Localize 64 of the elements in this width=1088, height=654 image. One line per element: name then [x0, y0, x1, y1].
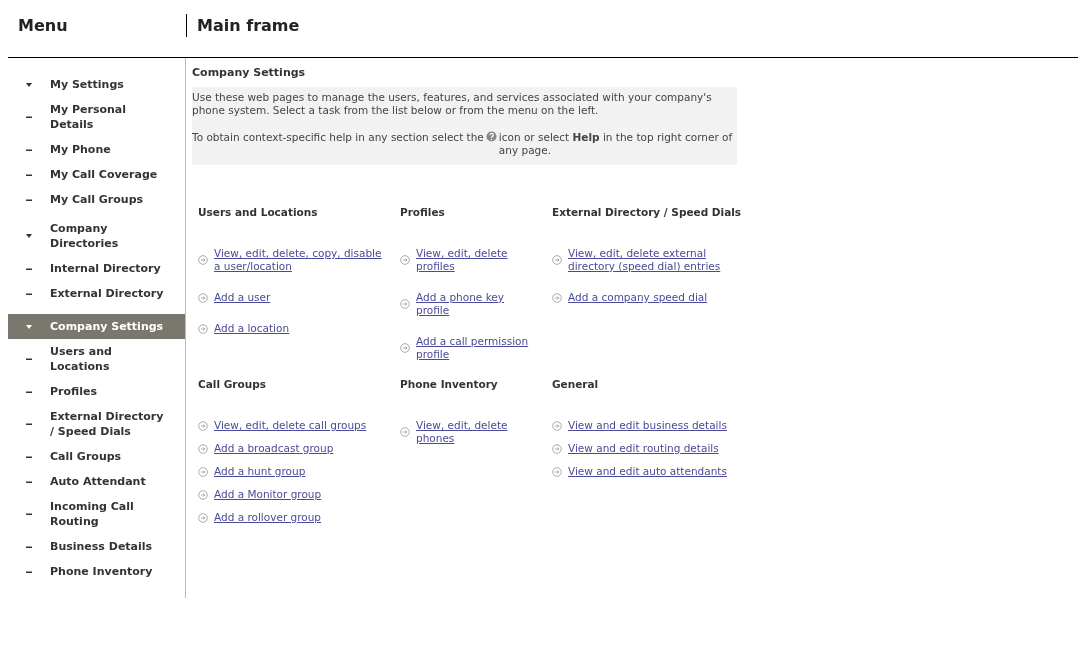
- arrow-circle-icon: [552, 420, 562, 431]
- arrow-circle-icon: [552, 466, 562, 477]
- menu-item[interactable]: Phone Inventory: [8, 559, 185, 584]
- menu-group[interactable]: My Settings: [8, 72, 185, 97]
- task-link[interactable]: View, edit, delete external directory (speed dial) entries: [568, 247, 752, 273]
- menu-item[interactable]: Internal Directory: [8, 256, 185, 281]
- menu-item[interactable]: Incoming Call Routing: [8, 494, 185, 534]
- task-link[interactable]: Add a rollover group: [214, 511, 322, 524]
- menu-item[interactable]: My Call Coverage: [8, 162, 185, 187]
- arrow-circle-icon: [198, 512, 208, 523]
- menu-item[interactable]: Call Groups: [8, 444, 185, 469]
- task-link[interactable]: View and edit auto attendants: [568, 465, 727, 478]
- task-link[interactable]: Add a location: [214, 322, 290, 335]
- arrow-circle-icon: [400, 255, 410, 265]
- arrow-circle-icon: [198, 292, 208, 303]
- section-heading: Users and Locations: [198, 204, 319, 220]
- help-text: icon or select Help in the top right corner of any page.: [498, 131, 734, 157]
- task-link[interactable]: Add a Monitor group: [214, 488, 322, 501]
- menu-group[interactable]: Company Directories: [8, 216, 185, 256]
- arrow-circle-icon: [400, 343, 410, 353]
- task-link[interactable]: View and edit business details: [568, 419, 727, 432]
- arrow-circle-icon: [198, 489, 208, 500]
- task-link[interactable]: View, edit, delete call groups: [214, 419, 367, 432]
- menu-item[interactable]: Business Details: [8, 534, 185, 559]
- arrow-circle-icon: [198, 466, 208, 477]
- arrow-circle-icon: [198, 443, 208, 454]
- task-link[interactable]: View, edit, delete profiles: [416, 247, 540, 273]
- page-title: Company Settings: [192, 66, 306, 79]
- task-link[interactable]: Add a phone key profile: [416, 291, 540, 317]
- main-frame-heading: Main frame: [197, 16, 300, 35]
- menu-item[interactable]: My Call Groups: [8, 187, 185, 212]
- arrow-circle-icon: [400, 299, 410, 309]
- arrow-circle-icon: [552, 255, 562, 265]
- arrow-circle-icon: [198, 420, 208, 431]
- arrow-circle-icon: [552, 292, 562, 303]
- task-link[interactable]: Add a call permission profile: [416, 335, 540, 361]
- menu-item[interactable]: External Directory: [8, 281, 185, 306]
- menu-item[interactable]: My Personal Details: [8, 97, 185, 137]
- section-heading: Call Groups: [198, 376, 267, 392]
- menu-item[interactable]: Users and Locations: [8, 339, 185, 379]
- section-heading: External Directory / Speed Dials: [552, 204, 743, 220]
- arrow-circle-icon: [198, 255, 208, 265]
- section-heading: Profiles: [400, 204, 446, 220]
- section-heading: Phone Inventory: [400, 376, 499, 392]
- arrow-circle-icon: [552, 443, 562, 454]
- menu-group[interactable]: Company Settings: [8, 314, 185, 339]
- menu-item[interactable]: Profiles: [8, 379, 185, 404]
- section-heading: General: [552, 376, 600, 392]
- task-link[interactable]: View, edit, delete phones: [416, 419, 540, 445]
- help-icon: [485, 131, 497, 142]
- menu-item[interactable]: Auto Attendant: [8, 469, 185, 494]
- task-link[interactable]: Add a broadcast group: [214, 442, 334, 455]
- help-text: To obtain context-specific help in any section select the: [192, 131, 484, 144]
- task-link[interactable]: Add a company speed dial: [568, 291, 708, 304]
- menu-heading: Menu: [17, 16, 68, 35]
- menu-item[interactable]: My Phone: [8, 137, 185, 162]
- menu-item[interactable]: External Directory / Speed Dials: [8, 404, 185, 444]
- arrow-circle-icon: [198, 323, 208, 334]
- intro-text: Use these web pages to manage the users, features, and services associated with your company's phone system. Select a task from the list below or from the menu on the left.: [192, 91, 712, 116]
- arrow-circle-icon: [400, 427, 410, 437]
- task-link[interactable]: View and edit routing details: [568, 442, 719, 455]
- task-link[interactable]: View, edit, delete, copy, disable a user/location: [214, 247, 388, 273]
- task-link[interactable]: Add a hunt group: [214, 465, 306, 478]
- task-link[interactable]: Add a user: [214, 291, 271, 304]
